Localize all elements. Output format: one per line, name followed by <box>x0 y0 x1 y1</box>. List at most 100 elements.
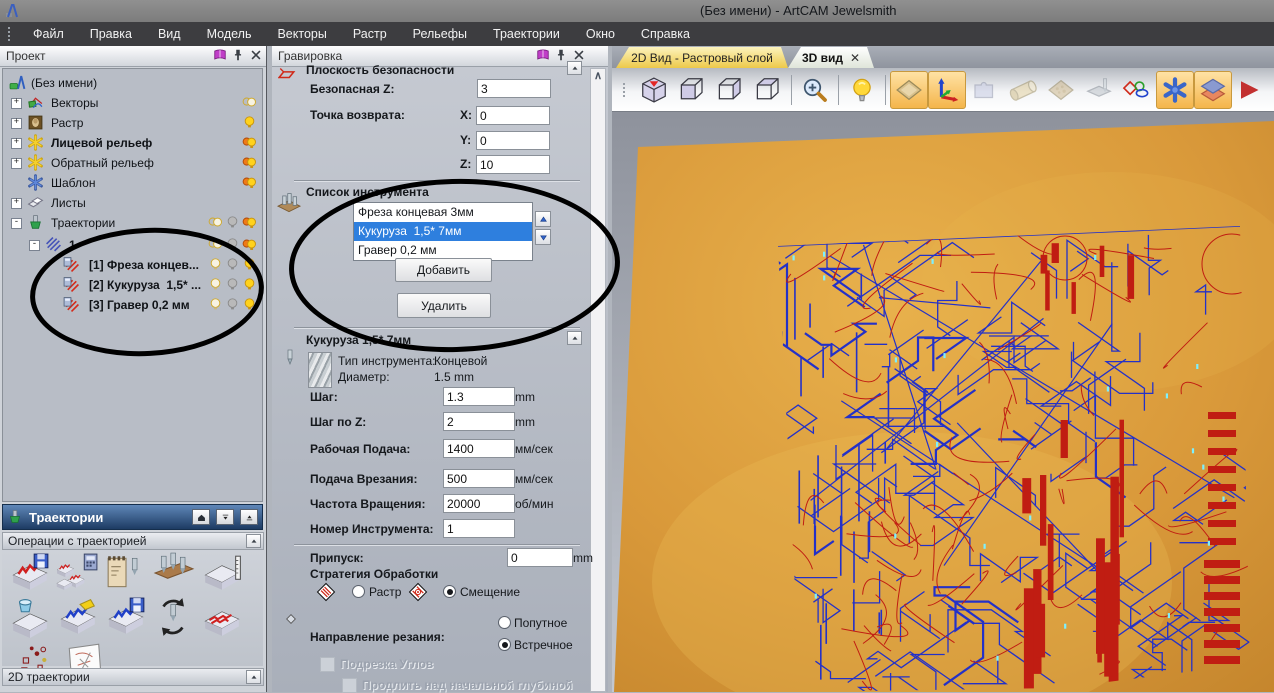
tree-expand-toggle[interactable]: + <box>11 158 22 169</box>
zoom-button[interactable] <box>796 71 834 109</box>
menu-item[interactable]: Модель <box>194 23 265 45</box>
op-machine-relief-button[interactable] <box>56 596 100 638</box>
op-notes-tool-button[interactable] <box>104 552 148 594</box>
toolbar-drag-handle[interactable] <box>623 82 629 97</box>
panel-scrollbar[interactable]: ∧ <box>590 68 606 692</box>
menu-item[interactable]: Траектории <box>480 23 573 45</box>
conventional-radio[interactable] <box>498 638 511 651</box>
layers-toggle-button[interactable] <box>1194 70 1232 109</box>
allowance-input[interactable] <box>507 548 573 567</box>
puzzle-button[interactable] <box>966 71 1004 109</box>
x-input[interactable] <box>476 106 550 125</box>
visibility-lamps[interactable] <box>242 155 257 170</box>
cube-side-button[interactable] <box>711 71 749 109</box>
rotary-button[interactable] <box>1004 71 1042 109</box>
param-input[interactable] <box>443 494 515 513</box>
param-input[interactable] <box>443 387 515 406</box>
tree-expand-toggle[interactable]: + <box>11 198 22 209</box>
menu-drag-handle[interactable] <box>8 27 14 41</box>
collapse-safety-button[interactable] <box>567 61 582 75</box>
visibility-lamps[interactable] <box>242 95 257 110</box>
relief-block-button[interactable] <box>1042 71 1080 109</box>
menu-item[interactable]: Рельефы <box>400 23 480 45</box>
tree-item[interactable]: [1] Фреза концев... <box>3 255 262 275</box>
z-input[interactable] <box>476 155 550 174</box>
close-icon[interactable] <box>249 48 263 62</box>
raster-radio[interactable] <box>352 585 365 598</box>
material-toggle-button[interactable] <box>890 70 928 109</box>
op-delete-block-button[interactable] <box>8 596 52 638</box>
tree-item[interactable]: -1 <box>3 235 262 255</box>
tree-expand-toggle[interactable]: - <box>29 240 40 251</box>
visibility-lamps[interactable] <box>242 115 257 130</box>
tool-up-button[interactable] <box>535 211 551 227</box>
toolpaths-section-bar[interactable]: Траектории <box>2 504 263 530</box>
operations-section-header[interactable]: Операции с траекторией <box>2 532 264 550</box>
menu-item[interactable]: Вид <box>145 23 194 45</box>
op-block-ruler-button[interactable] <box>200 552 244 594</box>
tree-expand-toggle[interactable]: - <box>11 218 22 229</box>
iso-view-button[interactable] <box>635 71 673 109</box>
param-input[interactable] <box>443 412 515 431</box>
tab-3d-view[interactable]: 3D вид ✕ <box>788 47 874 68</box>
visibility-lamps[interactable] <box>242 175 257 190</box>
tool-list-item[interactable]: Фреза концевая 3мм <box>354 203 532 222</box>
op-transform-toolpath-button[interactable] <box>152 596 196 638</box>
op-mount-tools-button[interactable] <box>152 552 196 594</box>
star-toggle-button[interactable] <box>1156 70 1194 109</box>
tool-list-item[interactable]: Кукуруза 1,5* 7мм <box>354 222 532 241</box>
op-calc-toolpaths-button[interactable] <box>56 552 100 594</box>
safe-z-input[interactable] <box>477 79 551 98</box>
help-book-icon[interactable] <box>536 48 550 62</box>
tool-list[interactable]: Фреза концевая 3мм Кукуруза 1,5* 7мм Граве… <box>353 202 533 261</box>
cube-top-button[interactable] <box>749 71 787 109</box>
tree-item[interactable]: + Листы <box>3 193 262 213</box>
menu-item[interactable]: Растр <box>340 23 400 45</box>
tree-expand-toggle[interactable]: + <box>11 118 22 129</box>
corner-trim-checkbox[interactable] <box>320 657 335 672</box>
origin-toggle-button[interactable] <box>928 70 966 109</box>
tree-item[interactable]: Шаблон <box>3 173 262 193</box>
menu-item[interactable]: Справка <box>628 23 703 45</box>
collapse-tool-button[interactable] <box>567 331 582 345</box>
visibility-lamps[interactable] <box>208 297 257 312</box>
menu-item[interactable]: Окно <box>573 23 628 45</box>
roll-up-button[interactable] <box>240 509 258 525</box>
tree-item[interactable]: [3] Гравер 0,2 мм <box>3 295 262 315</box>
tab-close-icon[interactable]: ✕ <box>850 51 860 65</box>
tree-item[interactable]: (Без имени) <box>3 73 262 93</box>
y-input[interactable] <box>476 131 550 150</box>
tree-item[interactable]: [2] Кукуруза 1,5* ... <box>3 275 262 295</box>
tree-expand-toggle[interactable]: + <box>11 98 22 109</box>
tree-item[interactable]: + Лицевой рельеф <box>3 133 262 153</box>
op-raster-block-button[interactable] <box>200 596 244 638</box>
delete-tool-button[interactable]: Удалить <box>397 293 491 318</box>
clip-button[interactable] <box>1232 71 1270 109</box>
tab-2d-view[interactable]: 2D Вид - Растровый слой <box>616 47 788 68</box>
pin-icon[interactable] <box>554 48 568 62</box>
roll-down-button[interactable] <box>216 509 234 525</box>
tree-item[interactable]: + Растр <box>3 113 262 133</box>
help-book-icon[interactable] <box>213 48 227 62</box>
toolpaths-2d-section-header[interactable]: 2D траектории <box>2 668 264 686</box>
climb-radio[interactable] <box>498 616 511 629</box>
tree-item[interactable]: - Траектории <box>3 213 262 233</box>
tree-item[interactable]: + Обратный рельеф <box>3 153 262 173</box>
tree-expand-toggle[interactable]: + <box>11 138 22 149</box>
close-icon[interactable] <box>572 48 586 62</box>
home-button[interactable] <box>192 509 210 525</box>
collapse-2d-button[interactable] <box>246 670 261 684</box>
collapse-operations-button[interactable] <box>246 534 261 548</box>
add-tool-button[interactable]: Добавить <box>395 258 492 282</box>
op-save-toolpath-button[interactable] <box>8 552 52 594</box>
3d-viewport[interactable] <box>612 112 1274 692</box>
visibility-lamps[interactable] <box>208 215 257 230</box>
simulation-button[interactable] <box>1080 71 1118 109</box>
tool-down-button[interactable] <box>535 229 551 245</box>
visibility-lamps[interactable] <box>208 257 257 272</box>
menu-item[interactable]: Правка <box>77 23 145 45</box>
param-input[interactable] <box>443 519 515 538</box>
param-input[interactable] <box>443 439 515 458</box>
cube-front-button[interactable] <box>673 71 711 109</box>
pin-icon[interactable] <box>231 48 245 62</box>
